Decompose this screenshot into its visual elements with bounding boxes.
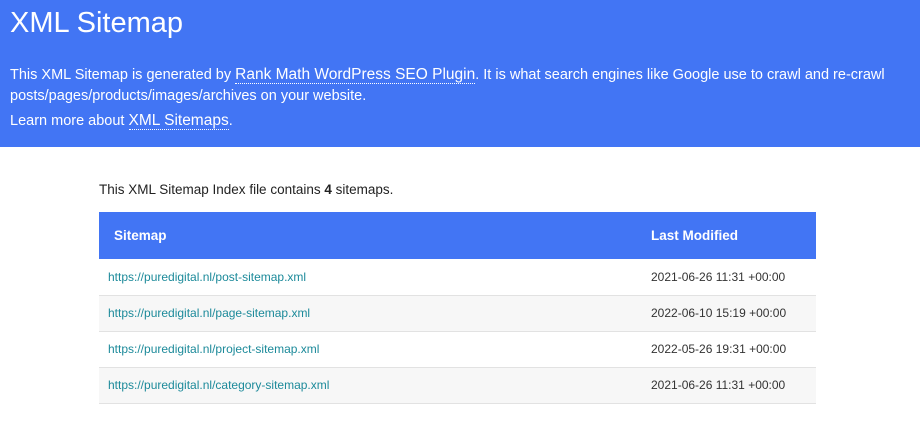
sitemap-cell: https://puredigital.nl/category-sitemap.… <box>99 367 651 404</box>
column-header-last-modified: Last Modified <box>651 212 816 259</box>
learn-more-text: Learn more about XML Sitemaps. <box>10 110 910 132</box>
intro-text-start: This XML Sitemap is generated by <box>10 67 236 83</box>
summary-end: sitemaps. <box>331 182 394 197</box>
last-modified-cell: 2021-06-26 11:31 +00:00 <box>651 367 816 404</box>
sitemap-count: 4 <box>324 182 332 197</box>
page-header: XML Sitemap This XML Sitemap is generate… <box>0 0 920 147</box>
table-row: https://puredigital.nl/page-sitemap.xml … <box>99 295 816 332</box>
page-title: XML Sitemap <box>10 7 183 39</box>
main-content: This XML Sitemap Index file contains 4 s… <box>0 182 920 404</box>
column-header-sitemap: Sitemap <box>99 212 651 259</box>
table-row: https://puredigital.nl/category-sitemap.… <box>99 367 816 404</box>
rank-math-plugin-link[interactable]: Rank Math WordPress SEO Plugin <box>235 66 476 84</box>
summary-start: This XML Sitemap Index file contains <box>99 182 325 197</box>
sitemap-link[interactable]: https://puredigital.nl/page-sitemap.xml <box>108 306 310 320</box>
learn-more-end: . <box>228 113 233 129</box>
table-row: https://puredigital.nl/project-sitemap.x… <box>99 331 816 368</box>
sitemap-cell: https://puredigital.nl/page-sitemap.xml <box>99 295 651 332</box>
sitemap-link[interactable]: https://puredigital.nl/project-sitemap.x… <box>108 342 319 356</box>
sitemap-link[interactable]: https://puredigital.nl/category-sitemap.… <box>108 378 329 392</box>
learn-more-start: Learn more about <box>10 113 129 129</box>
xml-sitemaps-link[interactable]: XML Sitemaps <box>128 112 229 130</box>
table-header-row: Sitemap Last Modified <box>99 212 816 259</box>
last-modified-cell: 2022-06-10 15:19 +00:00 <box>651 295 816 332</box>
sitemap-table: Sitemap Last Modified https://puredigita… <box>99 212 816 404</box>
sitemap-link[interactable]: https://puredigital.nl/post-sitemap.xml <box>108 270 306 284</box>
table-row: https://puredigital.nl/post-sitemap.xml … <box>99 259 816 296</box>
last-modified-cell: 2021-06-26 11:31 +00:00 <box>651 259 816 296</box>
sitemap-summary: This XML Sitemap Index file contains 4 s… <box>99 182 821 198</box>
sitemap-cell: https://puredigital.nl/post-sitemap.xml <box>99 259 651 296</box>
sitemap-cell: https://puredigital.nl/project-sitemap.x… <box>99 331 651 368</box>
last-modified-cell: 2022-05-26 19:31 +00:00 <box>651 331 816 368</box>
intro-text: This XML Sitemap is generated by Rank Ma… <box>10 64 910 107</box>
